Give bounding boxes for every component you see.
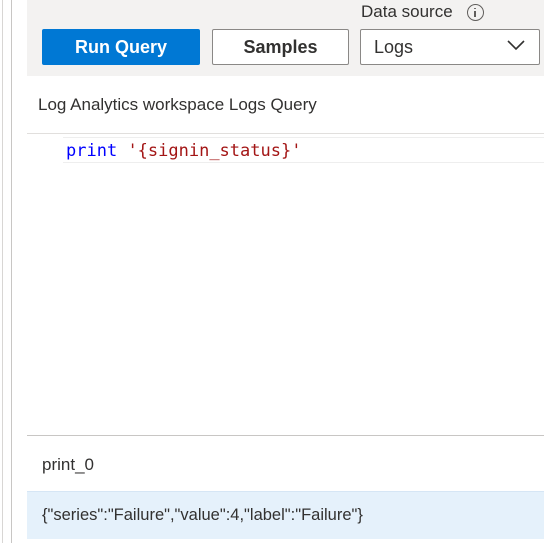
query-title: Log Analytics workspace Logs Query [38,95,317,114]
run-query-button[interactable]: Run Query [42,29,200,65]
results-grid: print_0 {"series":"Failure","value":4,"l… [27,435,544,543]
code-string: '{signin_status}' [127,141,302,161]
data-source-label-group: Data source [361,1,484,23]
data-source-value: Logs [374,36,414,57]
query-editor[interactable]: print '{signin_status}' [27,133,544,435]
samples-button[interactable]: Samples [212,29,349,65]
table-row[interactable]: {"series":"Failure","value":4,"label":"F… [27,491,544,539]
code-keyword: print [66,141,118,161]
panel-left-border [0,0,12,543]
data-source-label: Data source [361,2,453,21]
data-source-dropdown[interactable]: Logs [360,29,540,65]
query-panel: Data source Run Query Samples Logs Log A… [0,0,544,543]
table-cell: {"series":"Failure","value":4,"label":"F… [42,506,363,524]
info-icon[interactable] [466,3,484,21]
query-code[interactable]: print '{signin_status}' [66,140,301,162]
column-header-print-0[interactable]: print_0 [42,455,94,475]
chevron-down-icon [507,40,525,51]
